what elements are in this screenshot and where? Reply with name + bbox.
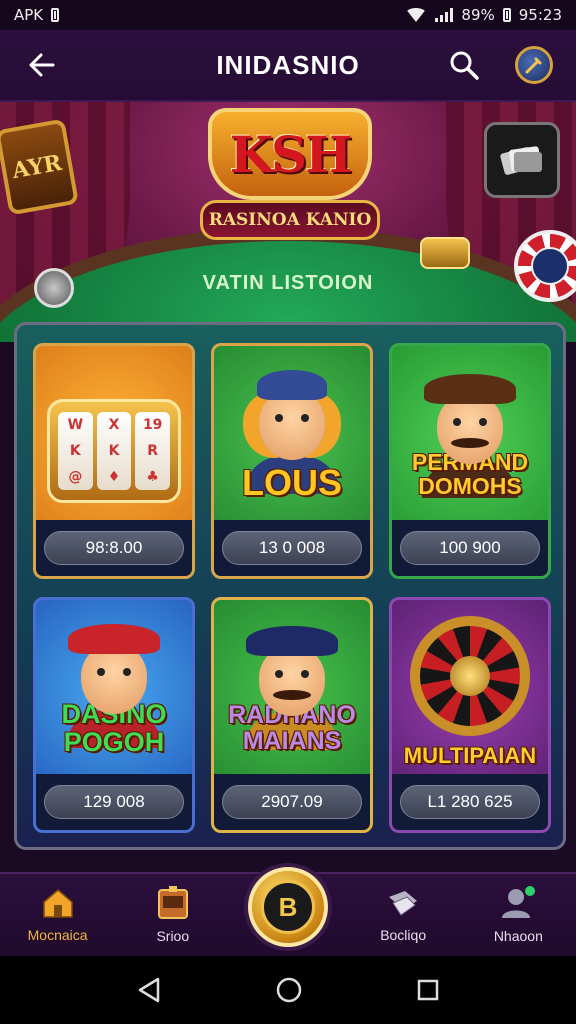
nav-label: Mocnaica [27,927,88,943]
hat-icon [257,370,327,401]
back-button[interactable] [20,43,64,87]
character-face-icon [437,393,503,464]
game-card-lous[interactable]: LOUS 13 0 008 [211,343,373,579]
roulette-wheel-icon [410,616,530,737]
game-value-pill: 13 0 008 [222,531,362,565]
game-title: MULTIPAIAN [403,743,537,769]
cards-button[interactable] [484,122,560,198]
game-art: W K @ X K ♦ 19 R ♣ [36,346,192,526]
status-bar: APK 89% 95:23 [0,0,576,30]
game-value-pill: 98:8.00 [44,531,184,565]
nav-item-profile[interactable]: Nhaoon [468,873,568,957]
nav-item-center[interactable]: B [238,867,338,957]
back-triangle-icon[interactable] [136,976,162,1004]
home-icon [42,889,73,918]
game-value-pill: 129 008 [44,785,184,819]
cards-icon [389,891,418,916]
battery-icon [502,8,511,22]
notification-battery-icon [51,8,60,22]
character-face-icon [259,645,325,716]
user-icon [502,886,536,918]
game-footer: 2907.09 [214,774,370,830]
nav-label: Nhaoon [493,928,543,944]
game-art: MULTIPAIAN [392,600,548,780]
status-left: APK [14,6,60,24]
game-value-pill: 100 900 [400,531,540,565]
nav-item-slots[interactable]: Srioo [123,873,223,957]
avatar-icon [515,46,553,84]
status-right: 89% 95:23 [405,6,562,24]
hero-banner: AYR KSH RASINOA KANIO VATIN LISTOION [0,102,576,342]
game-value-pill: L1 280 625 [400,785,540,819]
status-time: 95:23 [518,6,562,24]
game-value-pill: 2907.09 [222,785,362,819]
center-casino-button[interactable]: B [247,867,328,947]
bottom-nav: Mocnaica Srioo B Bocliqo Nhaoon [0,867,576,957]
casino-logo: KSH RASINOA KANIO [200,108,380,240]
games-panel: WK@ XK♦ 19R♣ 98:8.00 LOUS 13 0 008 [14,322,566,850]
game-footer: L1 280 625 [392,774,548,830]
search-icon [450,51,479,80]
hat-icon [246,625,338,656]
center-casino-icon: B [260,880,315,934]
playing-cards-icon [500,146,542,175]
nav-label: Bocliqo [380,927,427,943]
logo-text: KSH [229,124,353,184]
table-label: VATIN LISTOION [202,272,374,294]
wifi-icon [405,8,428,22]
nav-item-home[interactable]: Mocnaica [8,873,108,957]
game-card-dasino[interactable]: DASINO POGOH 129 008 [33,597,195,833]
status-app-label: APK [14,6,44,24]
slot-machine-icon: W K @ X K ♦ 19 R ♣ [47,399,181,503]
slot-icon [157,886,188,919]
game-footer: 98:8.00 [36,520,192,576]
nav-label: Srioo [156,928,190,944]
recents-square-icon[interactable] [416,978,440,1002]
character-face-icon [81,643,147,714]
game-art: DASINO POGOH [36,600,192,780]
logo-ribbon: RASINOA KANIO [200,200,380,240]
app-bar: INIDASNIO [0,30,576,102]
logo-shield: KSH [208,108,372,200]
game-card-slots[interactable]: W K @ X K ♦ 19 R ♣ 98:8.00 [33,343,195,579]
system-nav-bar [0,956,576,1024]
nav-item-cards[interactable]: Bocliqo [353,873,453,957]
game-card-radhano[interactable]: RADHANO MAIANS 2907.09 [211,597,373,833]
game-card-multipaian[interactable]: MULTIPAIAN L1 280 625 [389,597,551,833]
game-grid: WK@ XK♦ 19R♣ 98:8.00 LOUS 13 0 008 [33,343,555,833]
game-footer: 100 900 [392,520,548,576]
search-button[interactable] [442,43,486,87]
character-face-icon [259,390,325,461]
game-footer: 129 008 [36,774,192,830]
game-title: LOUS [241,462,342,504]
game-art: LOUS [214,346,370,526]
hat-icon [68,623,160,654]
signal-icon [435,8,454,22]
gold-bar-icon [420,237,470,269]
game-footer: 13 0 008 [214,520,370,576]
home-circle-icon[interactable] [275,976,303,1004]
cowboy-hat-icon [424,373,516,404]
battery-percent: 89% [461,6,495,24]
profile-button[interactable] [512,43,556,87]
game-card-permand[interactable]: PERMAND DOMOHS 100 900 [389,343,551,579]
arrow-left-icon [29,53,55,77]
game-art: PERMAND DOMOHS [392,346,548,526]
game-art: RADHANO MAIANS [214,600,370,780]
